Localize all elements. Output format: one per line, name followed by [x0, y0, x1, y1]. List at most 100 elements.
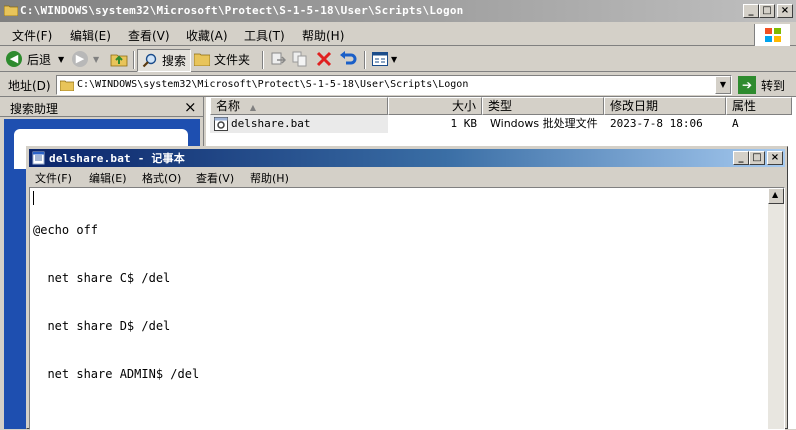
menu-file[interactable]: 文件(F)	[35, 170, 72, 186]
delete-button[interactable]	[316, 48, 332, 70]
chevron-up-icon: ▲	[772, 190, 779, 199]
close-icon[interactable]: ×	[184, 98, 197, 116]
chevron-down-icon: ▼	[93, 54, 100, 64]
menu-format[interactable]: 格式(O)	[142, 170, 181, 186]
undo-icon	[339, 51, 357, 67]
sort-ascending-icon: ▲	[249, 103, 256, 112]
views-button[interactable]: ▼	[372, 48, 397, 70]
minimize-button[interactable]: _	[733, 151, 749, 165]
menu-edit[interactable]: 编辑(E)	[89, 170, 127, 186]
notepad-text-area[interactable]: @echo off net share C$ /del net share D$…	[29, 187, 785, 430]
move-to-icon	[270, 51, 287, 67]
file-name-cell[interactable]: delshare.bat	[210, 115, 388, 133]
back-label: 后退	[27, 52, 52, 67]
explorer-title-bar[interactable]: C:\WINDOWS\system32\Microsoft\Protect\S-…	[0, 0, 796, 22]
explorer-toolbar: ◀ 后退 ▼ ▶ ▼ 搜索 文件夹 ▼	[0, 48, 796, 72]
up-folder-button[interactable]	[110, 48, 128, 70]
toolbar-separator	[262, 51, 264, 69]
column-name-label: 名称	[216, 99, 241, 113]
search-button[interactable]: 搜索	[137, 49, 192, 72]
folder-icon	[59, 79, 75, 92]
file-modified: 2023-7-8 18:06	[610, 117, 703, 130]
folders-icon	[193, 52, 211, 67]
column-modified[interactable]: 修改日期	[604, 97, 726, 115]
go-button[interactable]: ➔ 转到	[738, 74, 785, 96]
file-type: Windows 批处理文件	[490, 117, 598, 130]
address-dropdown-button[interactable]: ▼	[715, 76, 731, 94]
notepad-menu-bar: 文件(F) 编辑(E) 格式(O) 查看(V) 帮助(H)	[29, 167, 785, 187]
search-pane-title: 搜索助理	[10, 102, 59, 116]
menu-favorites[interactable]: 收藏(A)	[186, 27, 228, 44]
go-label: 转到	[761, 78, 786, 93]
go-arrow-icon: ➔	[738, 76, 756, 94]
menu-view[interactable]: 查看(V)	[128, 27, 170, 44]
vertical-scrollbar[interactable]: ▲	[768, 188, 784, 429]
chevron-down-icon: ▼	[58, 54, 65, 64]
column-modified-label: 修改日期	[610, 99, 659, 113]
code-line: @echo off	[33, 223, 99, 237]
explorer-menu-bar: 文件(F) 编辑(E) 查看(V) 收藏(A) 工具(T) 帮助(H)	[0, 24, 796, 46]
chevron-down-icon: ▼	[719, 80, 727, 89]
chevron-down-icon: ▼	[391, 54, 398, 64]
maximize-button[interactable]: □	[749, 151, 765, 165]
menu-tools[interactable]: 工具(T)	[244, 27, 285, 44]
address-bar: 地址(D) C:\WINDOWS\system32\Microsoft\Prot…	[0, 73, 796, 97]
column-type[interactable]: 类型	[482, 97, 604, 115]
notepad-title: delshare.bat - 记事本	[49, 152, 185, 165]
menu-view[interactable]: 查看(V)	[196, 170, 234, 186]
notepad-title-bar[interactable]: delshare.bat - 记事本 _ □ ×	[29, 149, 785, 167]
toolbar-separator	[133, 51, 135, 69]
windows-logo-icon	[754, 24, 790, 46]
text-cursor	[33, 191, 34, 205]
scroll-up-button[interactable]: ▲	[768, 188, 784, 204]
notepad-icon	[32, 151, 46, 165]
copy-to-icon	[292, 51, 308, 67]
file-list-header: 名称 ▲ 大小 类型 修改日期 属性	[206, 97, 796, 115]
column-name[interactable]: 名称 ▲	[210, 97, 388, 115]
address-input[interactable]: C:\WINDOWS\system32\Microsoft\Protect\S-…	[56, 75, 732, 95]
column-attributes[interactable]: 属性	[726, 97, 792, 115]
column-size-label: 大小	[451, 99, 476, 113]
folders-button[interactable]: 文件夹	[193, 48, 251, 70]
table-row[interactable]: delshare.bat 1 KB Windows 批处理文件 2023-7-8…	[210, 115, 790, 133]
back-button[interactable]: ◀ 后退 ▼	[6, 48, 64, 70]
views-icon	[372, 52, 388, 66]
close-button[interactable]: ×	[767, 151, 783, 165]
forward-button[interactable]: ▶ ▼	[72, 48, 99, 70]
menu-help[interactable]: 帮助(H)	[302, 27, 344, 44]
column-attributes-label: 属性	[732, 99, 757, 113]
address-value: C:\WINDOWS\system32\Microsoft\Protect\S-…	[77, 79, 469, 90]
explorer-title: C:\WINDOWS\system32\Microsoft\Protect\S-…	[20, 4, 464, 17]
code-line: net share D$ /del	[33, 319, 171, 333]
forward-icon: ▶	[72, 51, 88, 67]
code-line: net share C$ /del	[33, 271, 171, 285]
address-label: 地址(D)	[8, 79, 51, 93]
toolbar-separator	[364, 51, 366, 69]
folder-icon	[3, 4, 19, 17]
back-icon: ◀	[6, 51, 22, 67]
search-pane-header: 搜索助理 ×	[0, 97, 204, 117]
notepad-content: @echo off net share C$ /del net share D$…	[33, 190, 199, 414]
folders-label: 文件夹	[214, 52, 251, 67]
up-folder-icon	[110, 50, 128, 68]
close-button[interactable]: ×	[777, 4, 793, 18]
menu-edit[interactable]: 编辑(E)	[70, 27, 111, 44]
file-attributes: A	[732, 117, 739, 130]
menu-help[interactable]: 帮助(H)	[250, 170, 289, 186]
undo-button[interactable]	[339, 48, 357, 70]
maximize-button[interactable]: □	[759, 4, 775, 18]
copy-to-button[interactable]	[292, 48, 308, 70]
move-to-button[interactable]	[270, 48, 287, 70]
delete-icon	[316, 51, 332, 67]
file-name: delshare.bat	[231, 117, 311, 130]
column-size[interactable]: 大小	[388, 97, 482, 115]
menu-file[interactable]: 文件(F)	[12, 27, 52, 44]
notepad-window: delshare.bat - 记事本 _ □ × 文件(F) 编辑(E) 格式(…	[26, 146, 788, 430]
batch-file-icon	[214, 117, 228, 131]
file-size: 1 KB	[450, 117, 478, 130]
search-label: 搜索	[162, 54, 187, 68]
search-icon	[142, 53, 158, 69]
minimize-button[interactable]: _	[743, 4, 759, 18]
code-line: net share ADMIN$ /del	[33, 367, 200, 381]
column-type-label: 类型	[488, 99, 513, 113]
